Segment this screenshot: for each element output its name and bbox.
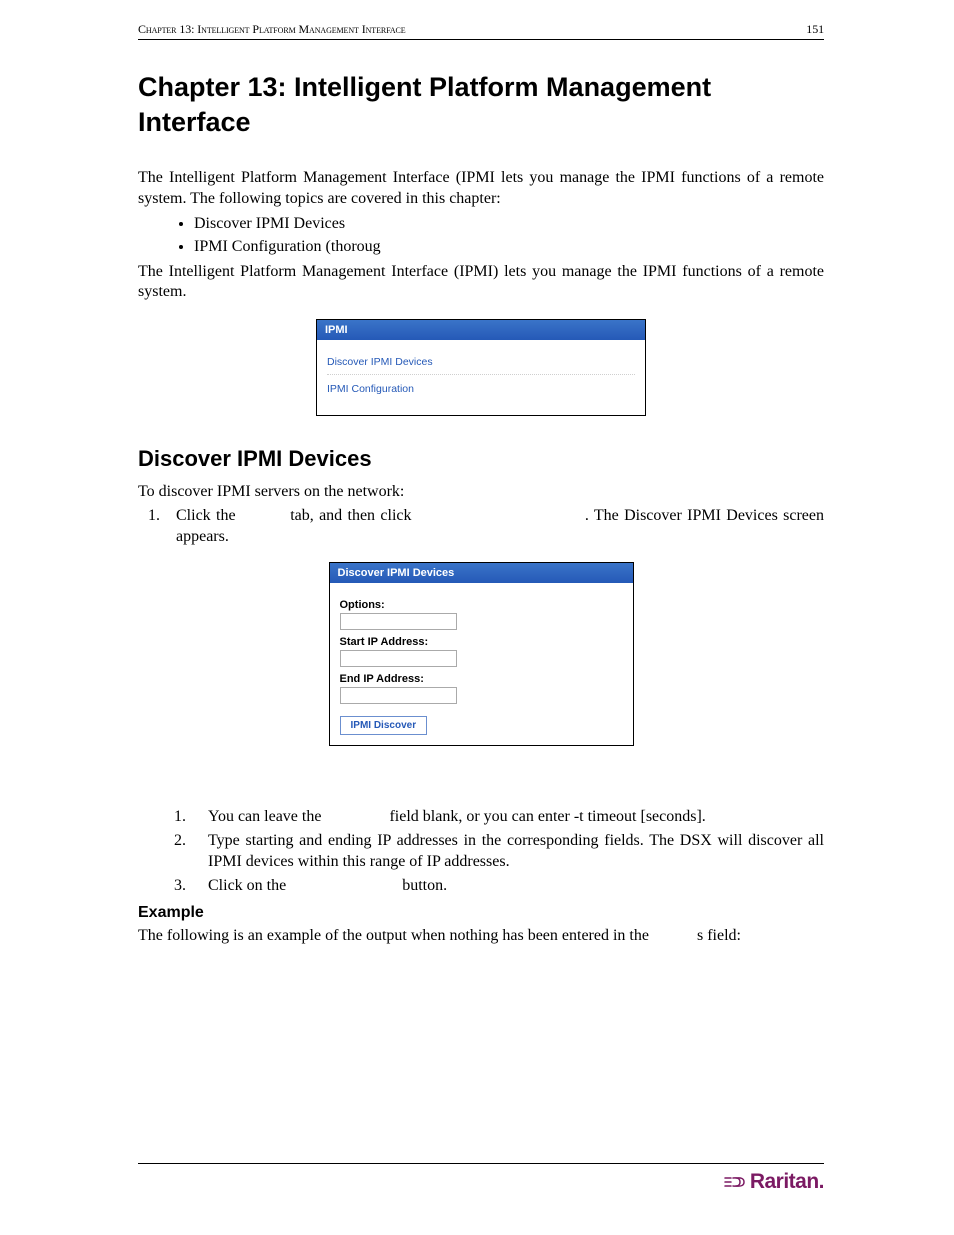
section-title-discover: Discover IPMI Devices [138,446,824,472]
options-step: You can leave the field blank, or you ca… [190,806,824,828]
start-ip-input[interactable] [340,650,457,667]
example-heading: Example [138,904,824,922]
ip-range-step: Type starting and ending IP addresses in… [190,830,824,873]
header-chapter: Chapter 13: Intelligent Platform Managem… [138,22,406,37]
discover-step-list-1: Click the tab, and then click . The Disc… [138,506,824,548]
topic-list: Discover IPMI Devices IPMI Configuration… [138,213,824,258]
page-footer: Raritan. [138,1163,824,1195]
page-header: Chapter 13: Intelligent Platform Managem… [138,22,824,40]
discover-step-list-2: You can leave the field blank, or you ca… [138,806,824,896]
header-page-number: 151 [806,22,824,37]
raritan-logo-icon [724,1174,746,1190]
click-step: Click on the button. [190,875,824,897]
ipmi-menu-config-link[interactable]: IPMI Configuration [327,383,635,401]
end-ip-label: End IP Address: [340,673,625,685]
topic-list-item: IPMI Configuration (thoroug [194,236,824,258]
discover-panel-figure: Discover IPMI Devices Options: Start IP … [329,562,634,746]
end-ip-input[interactable] [340,687,457,704]
discover-step-1: Click the tab, and then click . The Disc… [164,506,824,548]
ipmi-discover-button[interactable]: IPMI Discover [340,716,428,735]
ipmi-menu-discover-link[interactable]: Discover IPMI Devices [327,356,635,375]
chapter-title: Chapter 13: Intelligent Platform Managem… [138,70,824,140]
raritan-logo-text: Raritan. [750,1170,824,1194]
intro-paragraph-1: The Intelligent Platform Management Inte… [138,168,824,209]
intro-paragraph-2: The Intelligent Platform Management Inte… [138,262,824,303]
topic-list-item: Discover IPMI Devices [194,213,824,235]
section-intro: To discover IPMI servers on the network: [138,482,824,502]
options-label: Options: [340,599,625,611]
ipmi-menu-figure: IPMI Discover IPMI Devices IPMI Configur… [316,319,646,416]
start-ip-label: Start IP Address: [340,636,625,648]
raritan-logo: Raritan. [724,1170,824,1194]
discover-panel-title: Discover IPMI Devices [330,563,633,583]
options-input[interactable] [340,613,457,630]
ipmi-menu-title: IPMI [317,320,645,340]
example-text: The following is an example of the outpu… [138,926,824,946]
